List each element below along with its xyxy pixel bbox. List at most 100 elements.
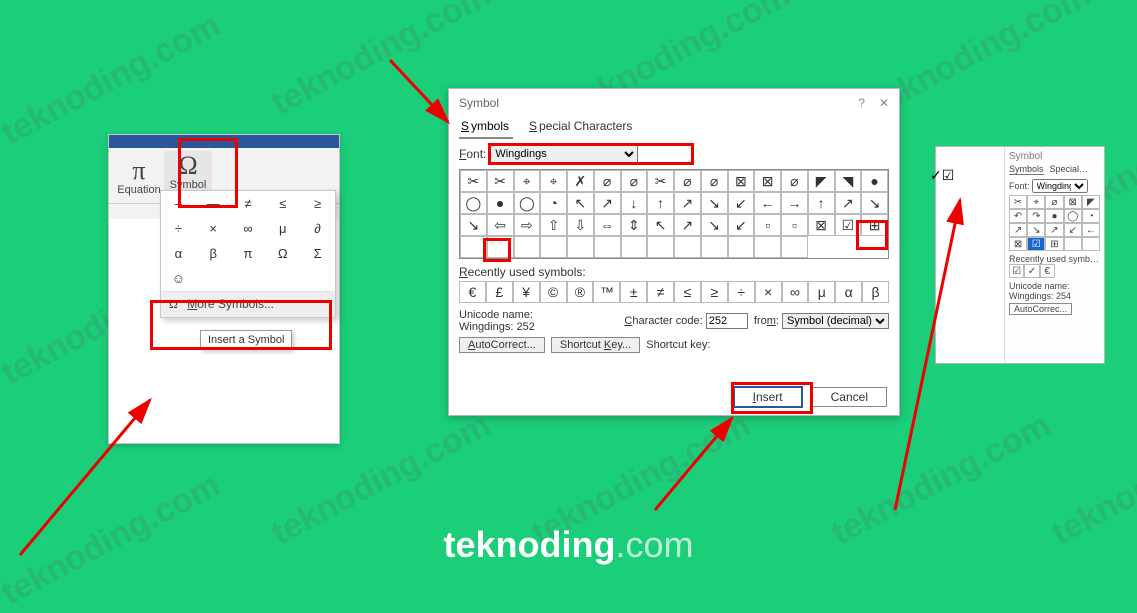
symbol-cell[interactable]: ⌖: [1027, 195, 1045, 209]
symbol-cell[interactable]: ✂: [1009, 195, 1027, 209]
symbol-cell[interactable]: ↗: [674, 192, 701, 214]
symbol-cell[interactable]: [514, 236, 541, 258]
symbol-cell[interactable]: ⌀: [621, 170, 648, 192]
symbol-cell[interactable]: ⌖: [514, 170, 541, 192]
symbol-cell[interactable]: ◯: [514, 192, 541, 214]
recent-symbol-cell[interactable]: α: [835, 281, 862, 303]
recent-symbol-cell[interactable]: ☑: [1009, 264, 1024, 278]
symbol-cell[interactable]: ✂: [647, 170, 674, 192]
symbol-cell[interactable]: ↗: [1009, 223, 1027, 237]
symbol-cell[interactable]: ⌖: [540, 170, 567, 192]
symbol-cell[interactable]: ⊞: [1045, 237, 1063, 251]
symbol-cell[interactable]: ⇧: [540, 214, 567, 236]
symbol-cell[interactable]: ↗: [594, 192, 621, 214]
symbol-cell[interactable]: ☑: [1027, 237, 1045, 251]
tab-symbols[interactable]: Symbols: [1009, 164, 1044, 175]
symbol-cell[interactable]: ∂: [300, 216, 335, 241]
symbol-cell[interactable]: ✂: [460, 170, 487, 192]
recent-symbol-cell[interactable]: ≠: [647, 281, 674, 303]
recent-symbol-cell[interactable]: ÷: [728, 281, 755, 303]
symbol-cell[interactable]: [1082, 237, 1100, 251]
symbol-cell[interactable]: ↘: [460, 214, 487, 236]
tab-special-characters[interactable]: Special Characters: [527, 117, 636, 139]
recent-symbol-cell[interactable]: ≤: [674, 281, 701, 303]
symbol-cell[interactable]: ↙: [728, 214, 755, 236]
recent-symbol-cell[interactable]: ©: [540, 281, 567, 303]
cancel-button[interactable]: Cancel: [812, 387, 887, 407]
symbol-cell[interactable]: ⇨: [514, 214, 541, 236]
symbol-cell[interactable]: ↗: [835, 192, 862, 214]
tab-symbols[interactable]: Symbols: [459, 117, 513, 139]
symbol-cell[interactable]: ↷: [1027, 209, 1045, 223]
symbol-cell[interactable]: ◤: [1082, 195, 1100, 209]
symbol-cell[interactable]: ▫: [781, 214, 808, 236]
symbol-cell[interactable]: ⌀: [701, 170, 728, 192]
symbol-cell[interactable]: ↘: [1027, 223, 1045, 237]
symbol-cell[interactable]: ↶: [1009, 209, 1027, 223]
autocorrect-button[interactable]: AutoCorrec...: [1009, 303, 1072, 315]
symbol-cell[interactable]: ⊠: [808, 214, 835, 236]
recent-symbol-cell[interactable]: ™: [593, 281, 620, 303]
symbol-cell[interactable]: ↖: [647, 214, 674, 236]
symbol-cell[interactable]: ◯: [1064, 209, 1082, 223]
symbol-cell[interactable]: ↗: [1045, 223, 1063, 237]
symbol-cell[interactable]: π: [231, 241, 266, 266]
recent-symbol-cell[interactable]: ∞: [782, 281, 809, 303]
symbol-cell[interactable]: ÷: [161, 216, 196, 241]
symbol-cell[interactable]: ↓: [621, 192, 648, 214]
tab-special-characters[interactable]: Special…: [1050, 164, 1089, 175]
recent-symbols-grid[interactable]: €£¥©®™±≠≤≥÷×∞μαβ: [459, 281, 889, 303]
symbol-cell[interactable]: [674, 236, 701, 258]
symbol-cell[interactable]: ↑: [647, 192, 674, 214]
symbol-cell[interactable]: ⇩: [567, 214, 594, 236]
symbol-grid[interactable]: ✂✂⌖⌖✗⌀⌀✂⌀⌀⊠⊠⌀◤◥●◯●◯◔↖↗↓↑↗↘↙←→↑↗↘↘⇦⇨⇧⇩⇔⇕↖…: [459, 169, 889, 259]
symbol-cell[interactable]: ●: [861, 170, 888, 192]
symbol-cell[interactable]: β: [196, 241, 231, 266]
help-icon[interactable]: ?: [858, 96, 865, 110]
symbol-cell[interactable]: [594, 236, 621, 258]
recent-symbol-cell[interactable]: β: [862, 281, 889, 303]
symbol-cell[interactable]: ↘: [701, 214, 728, 236]
symbol-cell[interactable]: ←: [1082, 223, 1100, 237]
symbol-cell[interactable]: Ω: [265, 241, 300, 266]
symbol-cell[interactable]: ↙: [728, 192, 755, 214]
symbol-cell[interactable]: ↙: [1064, 223, 1082, 237]
symbol-cell[interactable]: ⊠: [1009, 237, 1027, 251]
symbol-cell[interactable]: ▫: [754, 214, 781, 236]
equation-button[interactable]: π Equation: [115, 156, 163, 196]
close-icon[interactable]: ✕: [879, 96, 889, 110]
symbol-cell[interactable]: ⇕: [621, 214, 648, 236]
symbol-cell[interactable]: ⌀: [1045, 195, 1063, 209]
symbol-cell[interactable]: ↑: [808, 192, 835, 214]
recent-symbol-cell[interactable]: μ: [808, 281, 835, 303]
recent-symbol-cell[interactable]: ≥: [701, 281, 728, 303]
symbol-cell[interactable]: μ: [265, 216, 300, 241]
symbol-cell[interactable]: ◔: [1082, 209, 1100, 223]
recent-symbol-cell[interactable]: ✓: [1024, 264, 1039, 278]
symbol-cell[interactable]: ⇦: [487, 214, 514, 236]
symbol-cell[interactable]: ☺: [161, 266, 196, 291]
recent-symbols-grid[interactable]: ☑✓€: [1009, 264, 1055, 278]
symbol-cell[interactable]: ↘: [701, 192, 728, 214]
symbol-cell[interactable]: [754, 236, 781, 258]
symbol-cell[interactable]: ✂: [487, 170, 514, 192]
symbol-cell[interactable]: ⊠: [1064, 195, 1082, 209]
symbol-cell[interactable]: ≤: [265, 191, 300, 216]
symbol-cell[interactable]: ✗: [567, 170, 594, 192]
recent-symbol-cell[interactable]: ¥: [513, 281, 540, 303]
symbol-cell[interactable]: ◔: [540, 192, 567, 214]
symbol-cell[interactable]: ↗: [674, 214, 701, 236]
symbol-cell[interactable]: ●: [1045, 209, 1063, 223]
symbol-cell[interactable]: ⌀: [781, 170, 808, 192]
symbol-cell[interactable]: Σ: [300, 241, 335, 266]
symbol-cell[interactable]: ●: [487, 192, 514, 214]
symbol-cell[interactable]: →: [781, 192, 808, 214]
recent-symbol-cell[interactable]: €: [459, 281, 486, 303]
symbol-cell[interactable]: ⌀: [674, 170, 701, 192]
autocorrect-button[interactable]: AutoCorrect...: [459, 337, 545, 353]
symbol-cell[interactable]: [1064, 237, 1082, 251]
symbol-cell[interactable]: ⊠: [728, 170, 755, 192]
font-select[interactable]: Wingdings: [1032, 179, 1088, 193]
symbol-cell[interactable]: [701, 236, 728, 258]
recent-symbol-cell[interactable]: ®: [567, 281, 594, 303]
